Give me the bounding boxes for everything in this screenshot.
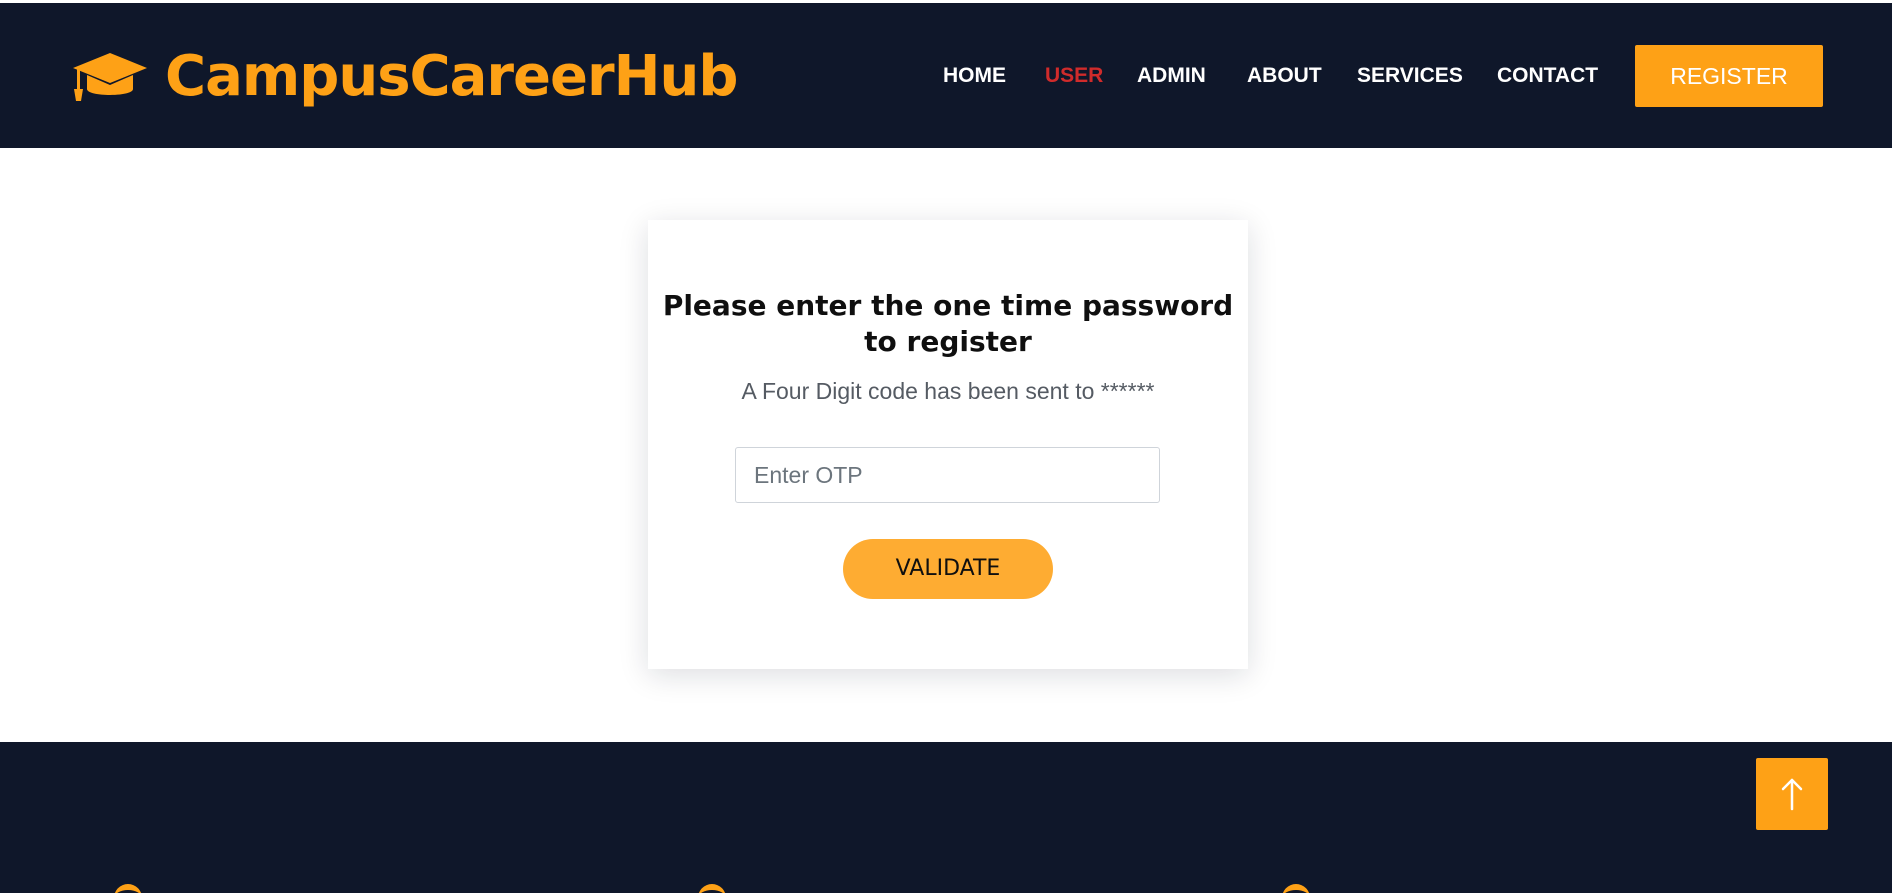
otp-subtitle: A Four Digit code has been sent to *****… [741, 378, 1155, 404]
graduation-cap-icon [73, 53, 147, 101]
footer-heading-peek [698, 884, 726, 893]
otp-input[interactable] [735, 447, 1160, 503]
footer-heading-peek [114, 884, 142, 893]
back-to-top-button[interactable] [1756, 758, 1828, 830]
nav-admin[interactable]: ADMIN [1137, 61, 1206, 91]
otp-card: Please enter the one time password to re… [648, 220, 1248, 669]
otp-title: Please enter the one time password to re… [662, 289, 1234, 358]
nav-user[interactable]: USER [1045, 61, 1103, 91]
brand-name: CampusCareerHub [165, 44, 738, 109]
footer [0, 742, 1892, 893]
footer-heading-peek [1282, 884, 1310, 893]
register-button[interactable]: REGISTER [1635, 45, 1823, 107]
brand-logo[interactable]: CampusCareerHub [71, 41, 738, 113]
nav-about[interactable]: ABOUT [1247, 61, 1322, 91]
validate-button[interactable]: VALIDATE [843, 539, 1053, 599]
nav-services[interactable]: SERVICES [1357, 61, 1463, 91]
nav-contact[interactable]: CONTACT [1497, 61, 1598, 91]
arrow-up-icon [1781, 778, 1803, 811]
navbar: CampusCareerHub HOME USER ADMIN ABOUT SE… [0, 3, 1892, 148]
nav-home[interactable]: HOME [943, 61, 1006, 91]
